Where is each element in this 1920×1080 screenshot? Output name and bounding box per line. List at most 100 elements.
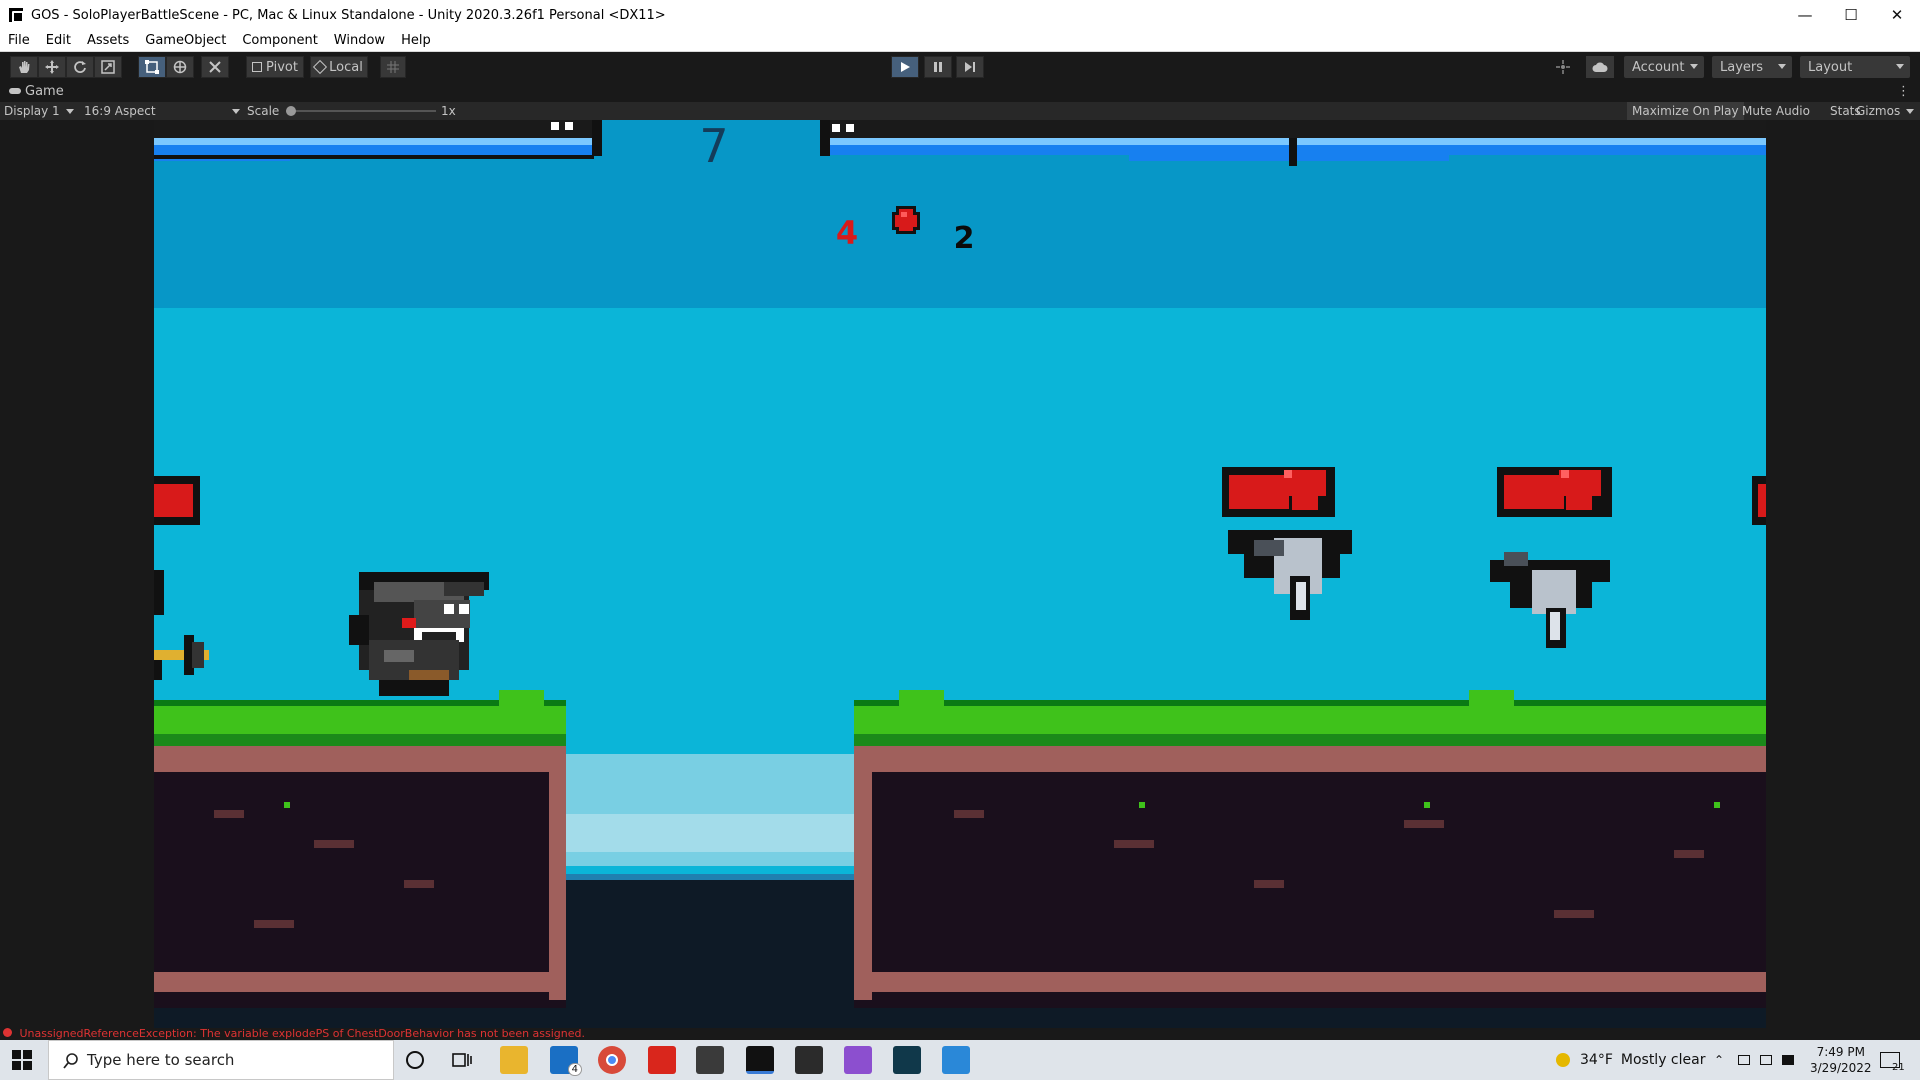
maximize-icon[interactable]: ☐ <box>1828 0 1874 30</box>
step-button[interactable] <box>956 56 984 78</box>
notification-count: 21 <box>1892 1062 1905 1073</box>
scale-tool-icon[interactable] <box>94 56 122 78</box>
menu-help[interactable]: Help <box>393 33 439 48</box>
twitch-icon[interactable] <box>795 1046 823 1074</box>
collab-icon[interactable] <box>1550 56 1576 78</box>
aspect-dropdown[interactable]: 16:9 Aspect <box>84 102 240 120</box>
menu-assets[interactable]: Assets <box>79 33 137 48</box>
tab-menu-icon[interactable]: ⋮ <box>1897 84 1910 99</box>
move-tool-icon[interactable] <box>38 56 66 78</box>
account-label: Account <box>1632 59 1685 75</box>
score-left: 4 <box>836 214 858 252</box>
tab-game-label: Game <box>25 83 64 99</box>
round-timer: 7 <box>699 120 728 173</box>
menu-file[interactable]: File <box>0 33 38 48</box>
weather-text: Mostly clear <box>1620 1052 1706 1068</box>
ground-platform-right <box>854 690 1766 1008</box>
layers-label: Layers <box>1720 59 1764 75</box>
transform-tool-icon[interactable] <box>166 56 194 78</box>
window-titlebar: GOS - SoloPlayerBattleScene - PC, Mac & … <box>0 0 1920 30</box>
clock-time: 7:49 PM <box>1816 1045 1865 1059</box>
cloud-icon[interactable] <box>1586 56 1614 78</box>
water-gap <box>566 754 854 1028</box>
game-view[interactable]: 7 4 2 <box>154 120 1766 1028</box>
aspect-label: 16:9 Aspect <box>84 104 156 118</box>
chevron-down-icon <box>65 108 74 114</box>
enemy-health-bar-left <box>154 476 200 525</box>
custom-tool-icon[interactable] <box>201 56 229 78</box>
ground-platform-left <box>154 690 566 1008</box>
cube-icon <box>313 59 328 75</box>
main-toolbar: Pivot Local Account Layers Layout <box>0 52 1920 80</box>
tab-game[interactable]: Game <box>0 80 70 102</box>
task-view-icon[interactable] <box>452 1050 472 1074</box>
rect-tool-icon[interactable] <box>138 56 166 78</box>
cortana-icon[interactable] <box>406 1051 424 1069</box>
scale-value: 1x <box>441 104 456 118</box>
windows-taskbar: Type here to search 4 34°F Mostly clear … <box>0 1040 1920 1080</box>
console-status-bar[interactable]: UnassignedReferenceException: The variab… <box>0 1028 1920 1040</box>
search-icon <box>63 1053 78 1069</box>
rotate-tool-icon[interactable] <box>66 56 94 78</box>
minimize-icon[interactable]: — <box>1782 0 1828 30</box>
gizmos-toggle[interactable]: Gizmos <box>1852 102 1919 120</box>
unity-app-icon <box>9 8 24 23</box>
local-toggle[interactable]: Local <box>310 56 368 78</box>
layers-dropdown[interactable]: Layers <box>1712 56 1792 78</box>
visual-studio-icon[interactable] <box>844 1046 872 1074</box>
weather-widget[interactable]: 34°F Mostly clear <box>1556 1040 1705 1080</box>
tray-icons[interactable] <box>1738 1040 1794 1080</box>
tray-chevron-up-icon[interactable]: ⌃ <box>1714 1040 1724 1080</box>
close-icon[interactable]: ✕ <box>1874 0 1920 30</box>
mail-icon[interactable]: 4 <box>550 1046 582 1076</box>
display-dropdown[interactable]: Display 1 <box>4 102 80 120</box>
chevron-down-icon <box>232 109 240 114</box>
app-red-icon[interactable] <box>648 1046 676 1074</box>
taskbar-search-input[interactable]: Type here to search <box>48 1040 394 1080</box>
hand-tool-icon[interactable] <box>10 56 38 78</box>
windows-start-icon[interactable] <box>12 1050 32 1074</box>
account-dropdown[interactable]: Account <box>1624 56 1704 78</box>
chevron-down-icon <box>1896 64 1904 69</box>
play-button[interactable] <box>891 56 919 78</box>
clock[interactable]: 7:49 PM 3/29/2022 <box>1810 1040 1872 1080</box>
pause-button[interactable] <box>924 56 952 78</box>
pivot-label: Pivot <box>266 59 298 75</box>
terminal-icon[interactable] <box>893 1046 921 1074</box>
unity-editor-icon[interactable] <box>746 1046 774 1074</box>
error-icon <box>3 1028 12 1037</box>
chrome-icon[interactable] <box>598 1046 626 1074</box>
grid-snap-icon[interactable] <box>380 56 406 78</box>
player-one-bar <box>154 120 602 161</box>
menu-component[interactable]: Component <box>234 33 325 48</box>
gamepad-icon <box>9 88 21 94</box>
mute-audio-toggle[interactable]: Mute Audio <box>1737 102 1815 120</box>
menu-gameobject[interactable]: GameObject <box>137 33 234 48</box>
menu-bar: File Edit Assets GameObject Component Wi… <box>0 30 1920 52</box>
moon-icon <box>1556 1053 1570 1067</box>
pivot-icon <box>252 62 263 72</box>
scale-slider[interactable] <box>286 102 436 120</box>
gizmos-label: Gizmos <box>1856 104 1901 118</box>
chevron-down-icon <box>1906 108 1915 114</box>
unity-hub-icon[interactable] <box>696 1046 724 1074</box>
clock-date: 3/29/2022 <box>1810 1061 1872 1075</box>
photos-icon[interactable] <box>942 1046 970 1074</box>
menu-edit[interactable]: Edit <box>38 33 79 48</box>
network-icon <box>1738 1055 1750 1065</box>
layout-dropdown[interactable]: Layout <box>1800 56 1910 78</box>
chevron-down-icon <box>1778 64 1786 69</box>
notifications-icon[interactable]: 21 <box>1880 1040 1905 1080</box>
maximize-on-play-toggle[interactable]: Maximize On Play <box>1627 102 1744 120</box>
layout-label: Layout <box>1808 59 1853 75</box>
file-explorer-icon[interactable] <box>500 1046 528 1074</box>
pivot-toggle[interactable]: Pivot <box>246 56 304 78</box>
search-placeholder: Type here to search <box>87 1051 235 1069</box>
game-view-bar: Display 1 16:9 Aspect Scale 1x Maximize … <box>0 102 1920 120</box>
error-message: UnassignedReferenceException: The variab… <box>19 1028 586 1040</box>
wifi-icon <box>1760 1055 1772 1065</box>
menu-window[interactable]: Window <box>326 33 393 48</box>
display-label: Display 1 <box>4 104 60 118</box>
scale-label: Scale <box>247 104 280 118</box>
tab-bar: Game ⋮ <box>0 80 1920 102</box>
